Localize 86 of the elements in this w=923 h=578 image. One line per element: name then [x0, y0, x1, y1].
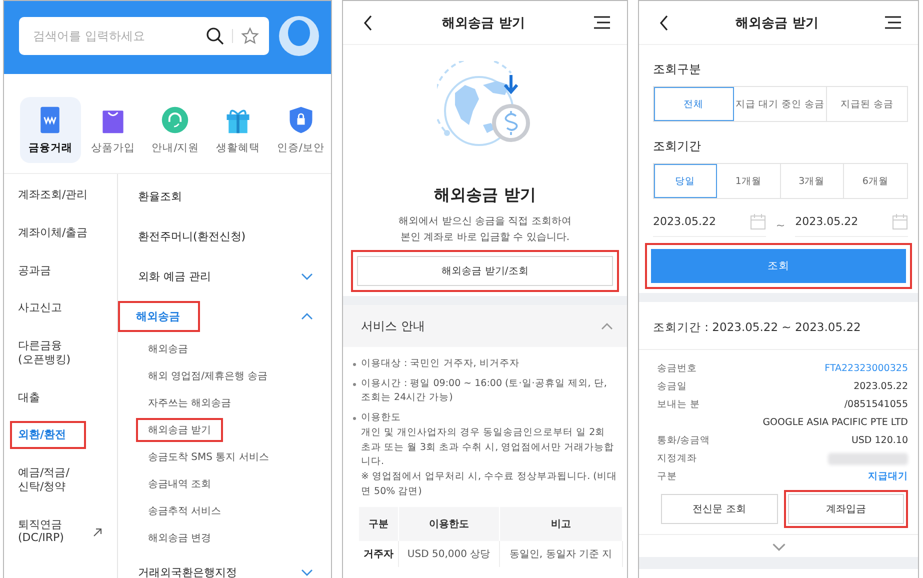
segment-tab[interactable]: 전체: [654, 87, 734, 121]
info-text: ※ 영업점에서 업무처리 시, 수수료 정상부과됩니다. (비대면 50% 감면): [361, 470, 617, 499]
segment-tab[interactable]: 3개월: [780, 164, 844, 198]
submenu-item[interactable]: 송금도착 SMS 통지 서비스: [140, 445, 277, 469]
page-title: 해외송금 받기: [736, 14, 818, 32]
table-cell: 거주자: [359, 541, 399, 568]
field-value: 지급대기: [868, 470, 908, 484]
menu-item[interactable]: 외화 예금 관리: [132, 261, 217, 292]
section-title: 서비스 안내: [361, 318, 425, 334]
table-cell: 동일인, 동일자 기준 지: [499, 541, 622, 568]
range-separator: ~: [776, 218, 786, 232]
side-menu-item[interactable]: 공과금: [10, 256, 110, 284]
segment-tab[interactable]: 당일: [654, 164, 718, 198]
submenu-item[interactable]: 해외송금: [140, 337, 196, 361]
category-tab[interactable]: 생활혜택: [208, 96, 268, 162]
info-text: 이용한도: [361, 411, 402, 426]
headset-icon: [160, 104, 190, 134]
field-label: 지정계좌: [657, 452, 697, 466]
side-menu-item[interactable]: 계좌이체/출금: [10, 218, 110, 246]
info-text: 개인 및 개인사업자의 경우 동일송금인으로부터 일 2회 초과 또는 월 3회 초과 수취 시, 영업점에서만 거래가능합니다.: [361, 426, 616, 470]
segment-tab[interactable]: 지급된 송금: [826, 87, 907, 121]
category-tab[interactable]: 상품가입: [82, 96, 144, 162]
submenu-item[interactable]: 송금추적 서비스: [140, 499, 230, 523]
field-value: USD 120.10: [851, 434, 908, 448]
bullet-dot: [353, 363, 356, 366]
submenu-item[interactable]: 자주쓰는 해외송금: [140, 391, 240, 415]
field-label: 조회기간: [653, 138, 702, 155]
page-title: 해외송금 받기: [442, 14, 525, 32]
back-icon: [363, 14, 373, 30]
info-text: 이용대상 : 국민인 거주자, 비거주자: [361, 357, 520, 371]
column-header: 구분: [359, 507, 399, 542]
star-icon: [241, 26, 259, 44]
external-link-arrow-icon: [93, 528, 102, 537]
bullet-dot: [353, 417, 356, 420]
submenu-item[interactable]: 해외송금 변경: [140, 526, 220, 550]
submenu-item[interactable]: 해외송금 받기: [136, 418, 224, 442]
description-text: 해외에서 받으신 송금을 직접 조회하여 본인 계좌로 바로 입금할 수 있습니다.: [398, 215, 572, 245]
search-field[interactable]: 검색어를 입력하세요: [19, 16, 269, 54]
profile-avatar-icon: [279, 16, 319, 56]
side-menu-item[interactable]: 외환/환전: [10, 421, 86, 449]
receive-inquiry-button[interactable]: 해외송금 받기/조회: [357, 256, 613, 286]
side-menu-item[interactable]: 예금/적금/ 신탁/청약: [10, 459, 110, 500]
info-text: 이용시간 : 평일 09:00 ~ 16:00 (토·일·공휴일 제외, 단, 조회는 24시간 가능): [361, 376, 608, 406]
field-label: 보내는 분: [657, 398, 700, 412]
back-icon: [659, 14, 669, 30]
table-cell: USD 50,000 상당: [398, 541, 500, 568]
period-summary: 조회기간 : 2023.05.22 ~ 2023.05.22: [653, 320, 861, 334]
field-value: 2023.05.22: [854, 380, 908, 394]
menu-icon: [885, 16, 901, 29]
menu-item[interactable]: 해외송금: [118, 301, 200, 332]
heading: 해외송금 받기: [433, 185, 537, 206]
action-button[interactable]: 계좌입금: [788, 494, 904, 524]
category-tab[interactable]: 안내/지원: [145, 96, 206, 162]
menu-item[interactable]: 거래외국환은행지정: [132, 557, 243, 578]
column-header: 비고: [499, 507, 622, 542]
menu-icon: [594, 16, 610, 29]
side-menu-item[interactable]: 다른금융 (오픈뱅킹): [10, 332, 110, 374]
section-header[interactable]: 서비스 안내: [343, 305, 627, 347]
menu-item[interactable]: 환율조회: [132, 181, 188, 212]
field-label: 송금번호: [657, 362, 697, 376]
segment-tab[interactable]: 6개월: [844, 164, 907, 198]
category-tab[interactable]: 금융거래: [20, 96, 81, 162]
side-menu-item[interactable]: 사고신고: [10, 294, 110, 322]
field-label: 통화/송금액: [657, 434, 710, 448]
submenu-item[interactable]: 해외 영업점/제휴은행 송금: [140, 364, 276, 388]
side-menu-item[interactable]: 퇴직연금 (DC/IRP): [10, 510, 110, 552]
date-field[interactable]: 2023.05.22: [653, 213, 766, 237]
calendar-icon: [892, 213, 908, 230]
action-button[interactable]: 전신문 조회: [661, 494, 778, 524]
side-menu-item[interactable]: 계좌조회/관리: [10, 181, 110, 209]
field-value: /0851541055: [844, 398, 908, 412]
column-header: 이용한도: [398, 507, 500, 542]
submenu-item[interactable]: 송금내역 조회: [140, 472, 220, 496]
search-icon: [206, 26, 224, 44]
field-value: GOOGLE ASIA PACIFIC PTE LTD: [762, 416, 908, 430]
segment-tab[interactable]: 1개월: [717, 164, 780, 198]
calendar-icon: [750, 213, 766, 230]
side-menu-item[interactable]: 대출: [10, 384, 110, 412]
category-tab[interactable]: 인증/보안: [270, 96, 331, 162]
bullet-dot: [353, 382, 356, 386]
field-label: 송금일: [657, 380, 687, 394]
menu-item[interactable]: 환전주머니(환전신청): [132, 221, 252, 252]
date-field[interactable]: 2023.05.22: [795, 213, 908, 237]
segment-tab[interactable]: 지급 대기 중인 송금: [734, 87, 827, 121]
field-label: 구분: [657, 470, 677, 484]
field-label: 조회구분: [653, 61, 702, 78]
